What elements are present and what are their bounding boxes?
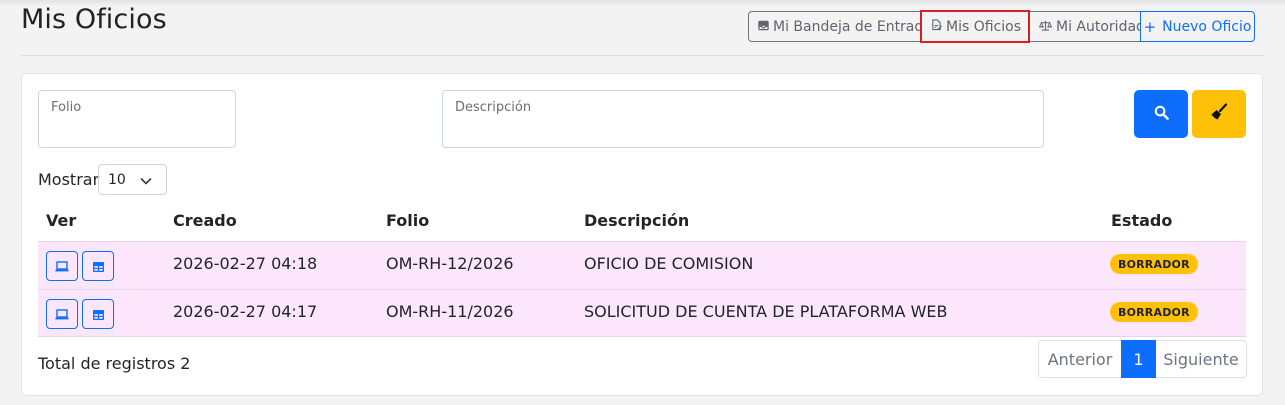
folio-cell: OM-RH-11/2026 <box>386 302 514 321</box>
header-descripcion: Descripción <box>584 211 690 230</box>
pagination: Anterior 1 Siguiente <box>1038 340 1247 378</box>
top-shadow <box>0 0 1285 6</box>
table-row: 2026-02-27 04:18 OM-RH-12/2026 OFICIO DE… <box>38 241 1246 289</box>
view-button[interactable] <box>46 251 78 281</box>
search-button[interactable] <box>1134 90 1188 138</box>
table-icon <box>92 305 104 324</box>
status-badge: BORRADOR <box>1110 254 1198 274</box>
header-creado: Creado <box>173 211 237 230</box>
header-estado: Estado <box>1111 211 1173 230</box>
new-office-button[interactable]: + Nuevo Oficio <box>1140 11 1255 42</box>
scale-icon <box>1038 20 1053 34</box>
header-ver: Ver <box>46 211 77 230</box>
chevron-down-icon <box>140 174 152 190</box>
folio-cell: OM-RH-12/2026 <box>386 254 514 273</box>
next-page-button[interactable]: Siguiente <box>1155 340 1247 378</box>
nav-button-group: Mi Bandeja de Entrada Mis Oficios Mi Aut… <box>748 10 1255 43</box>
prev-page-button[interactable]: Anterior <box>1038 340 1122 378</box>
folio-field[interactable]: Folio <box>38 90 236 148</box>
header-divider <box>21 55 1263 56</box>
my-offices-label: Mis Oficios <box>946 18 1021 35</box>
header-folio: Folio <box>386 211 430 230</box>
inbox-icon <box>758 20 769 34</box>
list-card: Folio Descripción Mostrar 10 Ver Creado … <box>21 73 1263 396</box>
folio-label: Folio <box>51 100 82 115</box>
broom-icon <box>1210 103 1228 125</box>
my-offices-button[interactable]: Mis Oficios <box>920 10 1030 43</box>
detail-button[interactable] <box>82 299 114 329</box>
description-field[interactable]: Descripción <box>442 90 1044 148</box>
created-cell: 2026-02-27 04:17 <box>173 302 318 321</box>
page-size-value: 10 <box>108 171 126 188</box>
view-button[interactable] <box>46 299 78 329</box>
my-authority-button[interactable]: Mi Autoridad <box>1029 11 1145 42</box>
page-size-label: Mostrar <box>38 170 100 189</box>
status-badge: BORRADOR <box>1110 302 1198 322</box>
laptop-icon <box>55 257 69 276</box>
page-size-select[interactable]: 10 <box>98 164 167 195</box>
search-icon <box>1154 105 1169 124</box>
new-office-label: Nuevo Oficio <box>1162 18 1252 35</box>
inbox-label: Mi Bandeja de Entrada <box>773 18 932 35</box>
description-cell: SOLICITUD DE CUENTA DE PLATAFORMA WEB <box>584 302 948 321</box>
description-cell: OFICIO DE COMISION <box>584 254 754 273</box>
page-title: Mis Oficios <box>21 4 167 35</box>
detail-button[interactable] <box>82 251 114 281</box>
clear-filters-button[interactable] <box>1192 90 1246 138</box>
file-edit-icon <box>931 19 942 34</box>
inbox-button[interactable]: Mi Bandeja de Entrada <box>748 11 932 42</box>
plus-icon: + <box>1143 17 1157 36</box>
my-authority-label: Mi Autoridad <box>1056 18 1145 35</box>
table-row: 2026-02-27 04:17 OM-RH-11/2026 SOLICITUD… <box>38 289 1246 337</box>
laptop-icon <box>55 305 69 324</box>
table-icon <box>92 257 104 276</box>
description-label: Descripción <box>455 100 532 115</box>
created-cell: 2026-02-27 04:18 <box>173 254 318 273</box>
total-records: Total de registros 2 <box>38 354 191 373</box>
page-1-button[interactable]: 1 <box>1121 340 1156 378</box>
